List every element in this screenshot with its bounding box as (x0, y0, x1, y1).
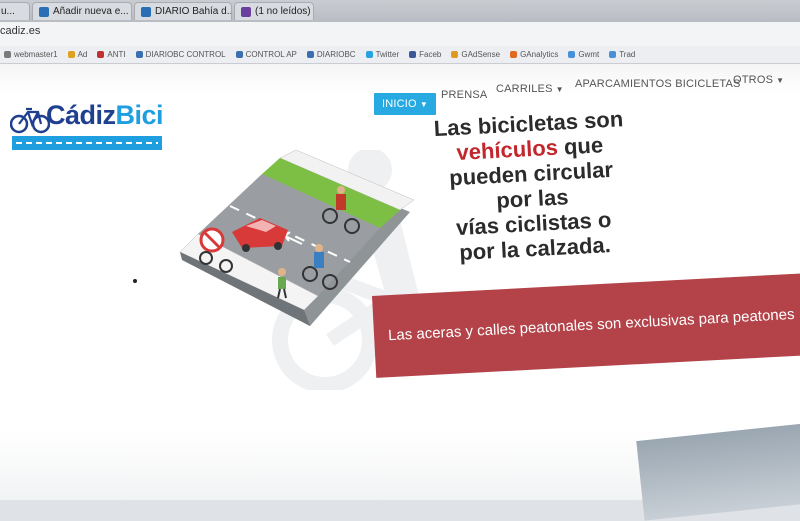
decorative-dot (133, 279, 137, 283)
site-favicon-icon (39, 6, 49, 17)
hero-slogan: Las bicicletas son vehículos que pueden … (398, 104, 665, 267)
bookmark-label: Trad (619, 50, 636, 59)
bookmark-item[interactable]: webmaster1 (4, 50, 58, 59)
chevron-down-icon: ▼ (419, 100, 428, 109)
browser-tab[interactable]: Añadir nueva e... ✕ (32, 2, 132, 20)
tab-label: u... (1, 6, 15, 17)
bookmark-icon (510, 51, 518, 58)
bookmark-item[interactable]: CONTROL AP (235, 50, 297, 59)
slogan-text: que (557, 132, 604, 160)
bookmark-label: ANTI (107, 50, 126, 59)
nav-label: APARCAMIENTOS BICICLETAS (575, 78, 741, 90)
bookmark-label: webmaster1 (14, 50, 58, 59)
bookmark-label: Gwmt (578, 50, 600, 59)
photo-thumbnail (636, 423, 800, 521)
bookmarks-bar: webmaster1 Ad ANTI DIARIOBC CONTROL CONT… (0, 46, 800, 64)
nav-item-otros[interactable]: OTROS ▼ (733, 74, 784, 86)
bookmark-item[interactable]: Twitter (365, 50, 400, 59)
bookmark-label: CONTROL AP (245, 50, 297, 59)
bookmark-label: Faceb (419, 50, 442, 59)
nav-label: INICIO (382, 98, 417, 110)
address-bar[interactable]: cadiz.es (0, 22, 800, 47)
bookmark-icon (67, 51, 75, 58)
bookmark-label: Ad (77, 50, 88, 59)
facebook-icon (409, 51, 417, 58)
nav-item-inicio[interactable]: INICIO ▼ (374, 93, 436, 115)
browser-tab[interactable]: u... (0, 2, 30, 20)
browser-tab[interactable]: (1 no leídos) (234, 2, 314, 20)
tab-label: DIARIO Bahía d... (155, 6, 232, 17)
browser-tab-bar: u... Añadir nueva e... ✕ DIARIO Bahía d.… (0, 0, 800, 22)
banner-text: Las aceras y calles peatonales son exclu… (387, 305, 795, 345)
nav-item-prensa[interactable]: PRENSA (441, 89, 487, 101)
tab-label: (1 no leídos) (255, 6, 311, 17)
nav-label: CARRILES (496, 83, 553, 95)
url-text[interactable]: cadiz.es (0, 25, 40, 37)
logo-lane-strip (12, 136, 162, 150)
bookmark-icon (135, 51, 143, 58)
bookmark-icon (306, 51, 314, 58)
bookmark-item[interactable]: DIARIOBC CONTROL (135, 50, 226, 59)
nav-item-aparcamientos[interactable]: APARCAMIENTOS BICICLETAS (575, 78, 741, 90)
bookmark-item[interactable]: GAnalytics (510, 50, 558, 59)
bookmark-icon (97, 51, 105, 58)
twitter-icon (365, 51, 373, 58)
nav-label: OTROS (733, 74, 774, 86)
main-nav: INICIO ▼ PRENSA CARRILES ▼ APARCAMIENTOS B… (0, 74, 800, 115)
browser-tab[interactable]: DIARIO Bahía d... ✕ (134, 2, 232, 20)
bookmark-item[interactable]: DIARIOBC (306, 50, 356, 59)
bookmark-label: GAnalytics (520, 50, 559, 59)
chevron-down-icon: ▼ (776, 76, 785, 85)
bookmark-icon (451, 51, 459, 58)
mail-favicon-icon (241, 6, 251, 17)
tab-label: Añadir nueva e... (53, 6, 129, 17)
bookmark-icon (609, 51, 617, 58)
bookmark-item[interactable]: Gwmt (568, 50, 599, 59)
bookmark-item[interactable]: Ad (67, 50, 88, 59)
bookmark-icon (4, 51, 11, 58)
nav-label: PRENSA (441, 89, 488, 101)
bookmark-item[interactable]: ANTI (97, 50, 126, 59)
bookmark-label: GAdSense (461, 50, 501, 59)
bookmark-icon (235, 51, 243, 58)
nav-item-carriles[interactable]: CARRILES ▼ (496, 83, 564, 95)
bookmark-item[interactable]: Faceb (409, 50, 441, 59)
chevron-down-icon: ▼ (555, 85, 564, 94)
bookmark-icon (568, 51, 576, 58)
bookmark-label: DIARIOBC (316, 50, 356, 59)
bookmark-item[interactable]: Trad (609, 50, 635, 59)
bookmark-label: DIARIOBC CONTROL (145, 50, 226, 59)
bookmark-label: Twitter (375, 50, 400, 59)
site-favicon-icon (141, 6, 151, 17)
bookmark-item[interactable]: GAdSense (451, 50, 500, 59)
